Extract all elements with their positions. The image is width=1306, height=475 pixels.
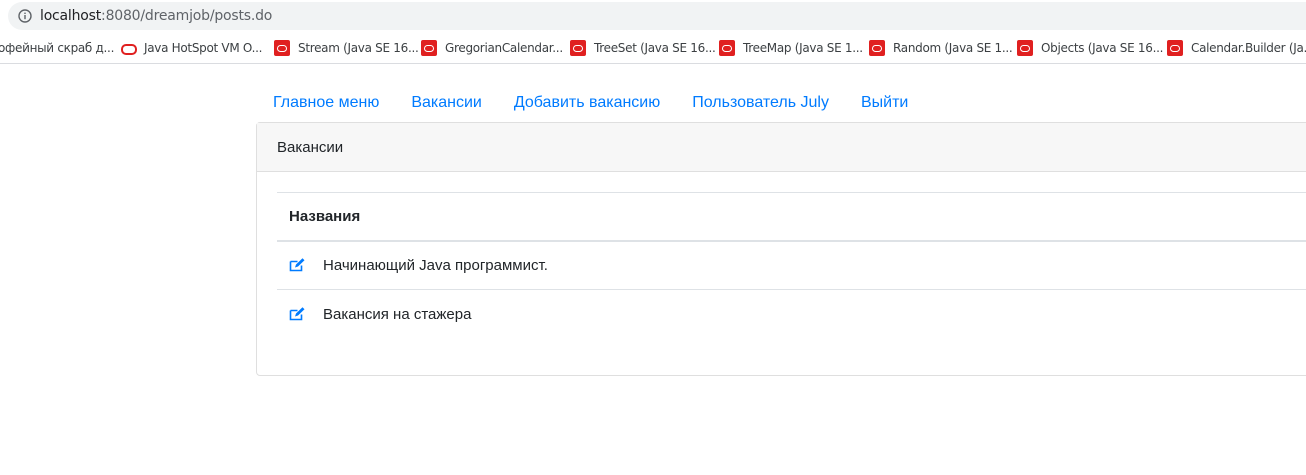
oracle-icon [570, 40, 586, 56]
bookmark-label: Calendar.Builder (Ja... [1191, 41, 1306, 55]
bookmark-label: Java HotSpot VM O... [144, 41, 263, 55]
oracle-icon [274, 40, 290, 56]
nav-link-vacancies[interactable]: Вакансии [395, 88, 498, 118]
table-cell: Вакансия на стажера [277, 290, 1306, 339]
bookmark-label: Objects (Java SE 16... [1041, 41, 1164, 55]
bookmark-item[interactable]: TreeSet (Java SE 16... [570, 40, 716, 56]
omnibox[interactable]: localhost:8080/dreamjob/posts.do [8, 2, 1306, 30]
bookmark-label: Stream (Java SE 16... [298, 41, 419, 55]
bookmark-label: GregorianCalendar... [445, 41, 563, 55]
bookmark-item[interactable]: Stream (Java SE 16... [274, 40, 419, 56]
edit-icon[interactable] [289, 306, 305, 321]
vacancy-title: Начинающий Java программист. [323, 256, 548, 274]
bookmark-label: Random (Java SE 1... [893, 41, 1013, 55]
browser-address-bar: localhost:8080/dreamjob/posts.do [0, 0, 1306, 33]
bookmark-label: TreeMap (Java SE 1... [743, 41, 863, 55]
nav-link-add-vacancy[interactable]: Добавить вакансию [498, 88, 676, 118]
table-row: Начинающий Java программист. [277, 240, 1306, 290]
oracle-icon [1017, 40, 1033, 56]
bookmark-label: офейный скраб д... [0, 41, 115, 55]
url-text[interactable]: localhost:8080/dreamjob/posts.do [40, 8, 272, 24]
oracle-icon [719, 40, 735, 56]
url-host: localhost [40, 8, 102, 24]
bookmark-label: TreeSet (Java SE 16... [594, 41, 716, 55]
table-header-row: Названия [277, 192, 1306, 242]
oracle-icon [869, 40, 885, 56]
bookmark-item[interactable]: Objects (Java SE 16... [1017, 40, 1163, 56]
bookmark-item[interactable]: Random (Java SE 1... [869, 40, 1013, 56]
vacancies-card: Вакансии Названия Начинающий Java програ… [256, 122, 1306, 376]
column-header-names: Названия [277, 192, 1306, 242]
bookmark-item[interactable]: TreeMap (Java SE 1... [719, 40, 863, 56]
oracle-ring-icon [120, 40, 137, 56]
bookmark-item[interactable]: офейный скраб д... [0, 40, 114, 56]
oracle-icon [1167, 40, 1183, 56]
main-nav: Главное меню Вакансии Добавить вакансию … [257, 88, 924, 118]
bookmarks-bar: офейный скраб д... Java HotSpot VM O... … [0, 33, 1306, 64]
vacancy-title: Вакансия на стажера [323, 305, 472, 323]
card-header: Вакансии [257, 123, 1306, 172]
nav-link-main-menu[interactable]: Главное меню [257, 88, 395, 118]
nav-link-logout[interactable]: Выйти [845, 88, 924, 118]
table-row: Вакансия на стажера [277, 290, 1306, 339]
bookmark-item[interactable]: GregorianCalendar... [421, 40, 563, 56]
table-cell: Начинающий Java программист. [277, 240, 1306, 290]
bookmark-item[interactable]: Calendar.Builder (Ja... [1167, 40, 1306, 56]
info-icon[interactable] [18, 9, 32, 23]
bookmark-item[interactable]: Java HotSpot VM O... [120, 40, 262, 56]
url-path: :8080/dreamjob/posts.do [101, 8, 273, 24]
oracle-icon [421, 40, 437, 56]
vacancies-table: Названия Начинающий Java программист. Ва… [277, 192, 1306, 339]
edit-icon[interactable] [289, 257, 305, 272]
nav-link-user[interactable]: Пользователь July [676, 88, 845, 118]
